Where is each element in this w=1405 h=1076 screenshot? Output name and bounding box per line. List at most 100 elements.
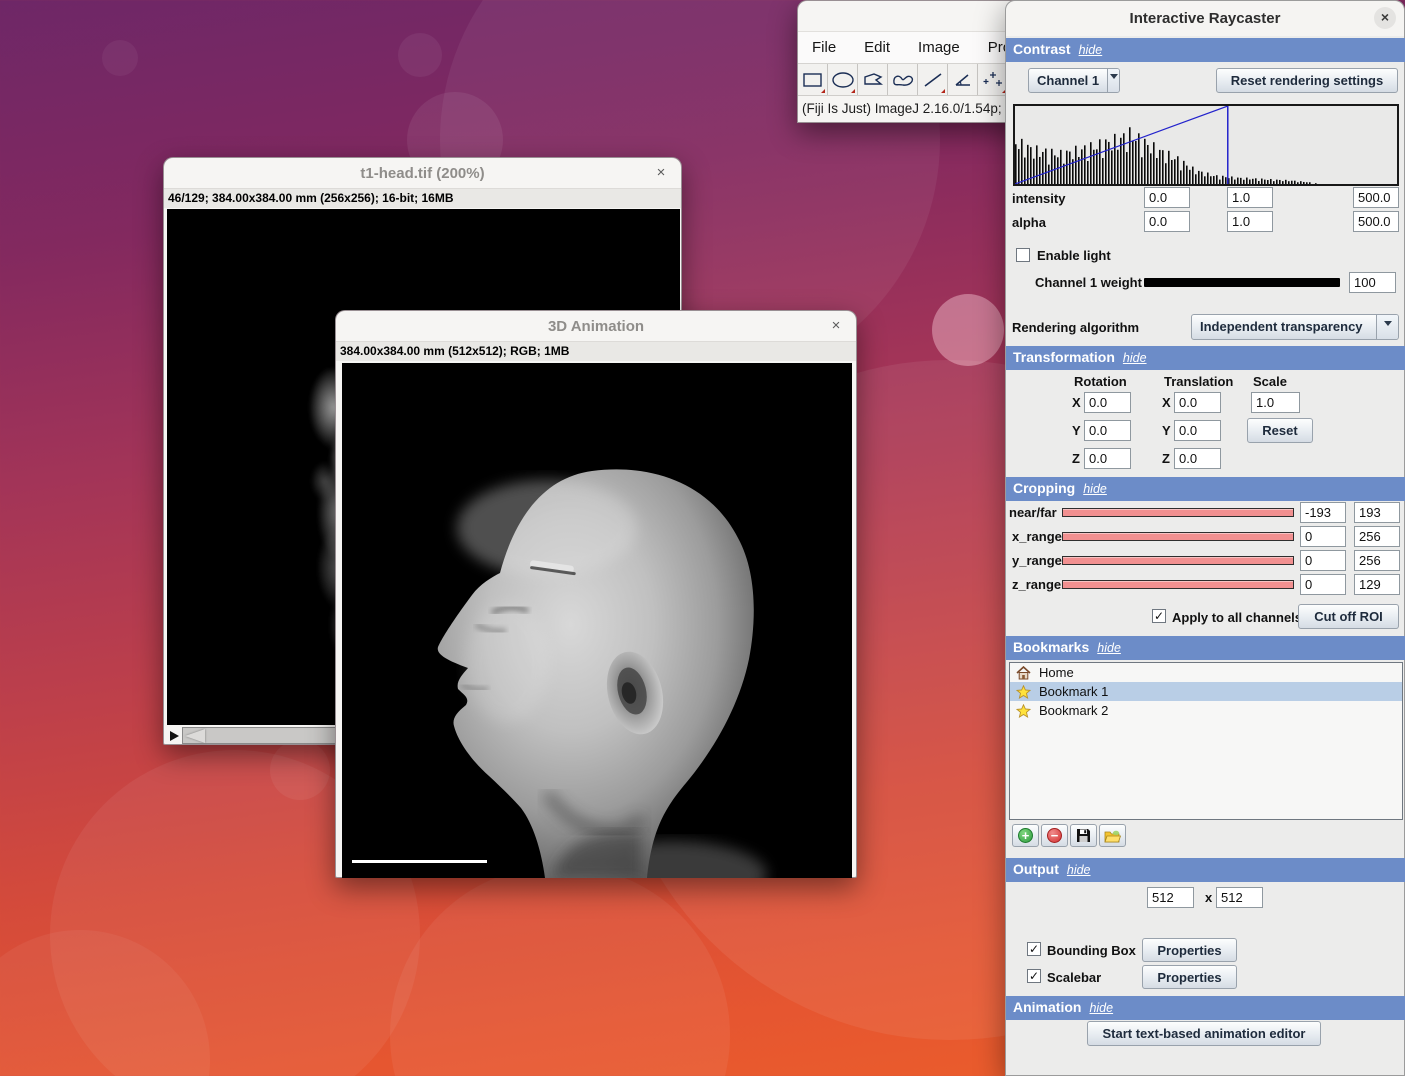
intensity-mid-field[interactable]: 1.0 xyxy=(1227,187,1273,208)
nearfar-max-field[interactable]: 193 xyxy=(1354,502,1400,523)
angle-tool-icon[interactable] xyxy=(948,64,978,95)
channel-weight-field[interactable]: 100 xyxy=(1349,272,1396,293)
fiji-main-window: File Edit Image Process xyxy=(797,0,1037,123)
transformation-hide-link[interactable]: hide xyxy=(1123,351,1147,365)
output-hide-link[interactable]: hide xyxy=(1067,863,1091,877)
wallpaper-circle xyxy=(102,40,138,76)
yrange-slider[interactable] xyxy=(1062,556,1294,565)
cropping-hide-link[interactable]: hide xyxy=(1083,482,1107,496)
rotation-y-field[interactable]: 0.0 xyxy=(1084,420,1131,441)
zrange-min-field[interactable]: 0 xyxy=(1300,574,1346,595)
tool-flyout-icon xyxy=(941,85,945,93)
zrange-slider[interactable] xyxy=(1062,580,1294,589)
slice-scrollbar-thumb[interactable] xyxy=(185,729,205,743)
raycaster-panel: Interactive Raycaster × Contrasthide Cha… xyxy=(1005,0,1405,1076)
yrange-max-field[interactable]: 256 xyxy=(1354,550,1400,571)
load-bookmarks-button[interactable] xyxy=(1099,824,1126,847)
animation-hide-link[interactable]: hide xyxy=(1089,1001,1113,1015)
add-bookmark-button[interactable]: + xyxy=(1012,824,1039,847)
scalebar-checkbox[interactable]: ✓ xyxy=(1027,969,1041,983)
transform-reset-button[interactable]: Reset xyxy=(1247,418,1313,443)
bookmark-item-home[interactable]: Home xyxy=(1010,663,1402,682)
reset-rendering-button[interactable]: Reset rendering settings xyxy=(1216,68,1398,93)
yrange-min-field[interactable]: 0 xyxy=(1300,550,1346,571)
save-bookmarks-button[interactable] xyxy=(1070,824,1097,847)
close-icon[interactable]: × xyxy=(1374,7,1396,29)
bookmark-item-1[interactable]: Bookmark 1 xyxy=(1010,682,1402,701)
xrange-slider[interactable] xyxy=(1062,532,1294,541)
scalebar xyxy=(352,860,487,863)
wallpaper-circle xyxy=(270,740,330,800)
start-animation-editor-button[interactable]: Start text-based animation editor xyxy=(1087,1021,1321,1046)
anim-render-canvas[interactable] xyxy=(342,363,852,878)
intensity-max-field[interactable]: 500.0 xyxy=(1353,187,1399,208)
remove-bookmark-button[interactable]: − xyxy=(1041,824,1068,847)
nearfar-min-field[interactable]: -193 xyxy=(1300,502,1346,523)
alpha-mid-field[interactable]: 1.0 xyxy=(1227,211,1273,232)
rotation-z-label: Z xyxy=(1072,451,1080,466)
output-height-field[interactable]: 512 xyxy=(1216,887,1263,908)
rectangle-tool-icon[interactable] xyxy=(798,64,828,95)
t1-titlebar[interactable]: t1-head.tif (200%) × xyxy=(164,158,681,188)
intensity-min-field[interactable]: 0.0 xyxy=(1144,187,1190,208)
nearfar-slider[interactable] xyxy=(1062,508,1294,517)
t1-window-title: t1-head.tif (200%) xyxy=(360,165,484,182)
apply-all-channels-checkbox[interactable]: ✓ xyxy=(1152,609,1166,623)
play-icon[interactable] xyxy=(167,727,182,744)
channel-weight-slider[interactable] xyxy=(1144,278,1340,287)
bounding-box-properties-button[interactable]: Properties xyxy=(1142,938,1237,962)
translation-z-field[interactable]: 0.0 xyxy=(1174,448,1221,469)
floppy-icon xyxy=(1076,828,1091,843)
contrast-histogram[interactable] xyxy=(1013,104,1399,186)
tool-flyout-icon xyxy=(821,85,825,93)
output-width-field[interactable]: 512 xyxy=(1147,887,1194,908)
rendering-algorithm-value: Independent transparency xyxy=(1192,315,1376,339)
bookmarks-section-header: Bookmarkshide xyxy=(1006,636,1405,660)
translation-z-label: Z xyxy=(1162,451,1170,466)
xrange-label: x_range xyxy=(1012,529,1062,544)
channel-select[interactable]: Channel 1 xyxy=(1028,68,1120,93)
fiji-titlebar[interactable] xyxy=(798,1,1036,31)
line-tool-icon[interactable] xyxy=(918,64,948,95)
bounding-box-checkbox[interactable]: ✓ xyxy=(1027,942,1041,956)
enable-light-checkbox[interactable] xyxy=(1016,248,1030,262)
transformation-section-header: Transformationhide xyxy=(1006,346,1405,370)
polygon-tool-icon[interactable] xyxy=(858,64,888,95)
xrange-min-field[interactable]: 0 xyxy=(1300,526,1346,547)
menu-edit[interactable]: Edit xyxy=(850,39,904,56)
freehand-tool-icon[interactable] xyxy=(888,64,918,95)
rotation-x-label: X xyxy=(1072,395,1081,410)
desktop: { "fiji": { "menu": ["File", "Edit", "Im… xyxy=(0,0,1405,1076)
channel-weight-label: Channel 1 weight xyxy=(1035,275,1142,290)
zrange-max-field[interactable]: 129 xyxy=(1354,574,1400,595)
rotation-z-field[interactable]: 0.0 xyxy=(1084,448,1131,469)
close-icon[interactable]: × xyxy=(653,165,669,181)
rendering-algorithm-select[interactable]: Independent transparency xyxy=(1191,314,1399,340)
close-icon[interactable]: × xyxy=(828,318,844,334)
bookmarks-list[interactable]: Home Bookmark 1 Bookmark 2 xyxy=(1009,662,1403,820)
cut-off-roi-button[interactable]: Cut off ROI xyxy=(1298,604,1399,629)
alpha-min-field[interactable]: 0.0 xyxy=(1144,211,1190,232)
yrange-label: y_range xyxy=(1012,553,1062,568)
contrast-hide-link[interactable]: hide xyxy=(1079,43,1103,57)
bookmarks-hide-link[interactable]: hide xyxy=(1097,641,1121,655)
scalebar-properties-button[interactable]: Properties xyxy=(1142,965,1237,989)
chevron-down-icon[interactable] xyxy=(1376,315,1398,339)
translation-y-field[interactable]: 0.0 xyxy=(1174,420,1221,441)
chevron-down-icon[interactable] xyxy=(1107,69,1119,92)
oval-tool-icon[interactable] xyxy=(828,64,858,95)
rotation-y-label: Y xyxy=(1072,423,1081,438)
point-tool-icon[interactable] xyxy=(978,64,1008,95)
translation-x-field[interactable]: 0.0 xyxy=(1174,392,1221,413)
xrange-max-field[interactable]: 256 xyxy=(1354,526,1400,547)
raycaster-titlebar[interactable]: Interactive Raycaster × xyxy=(1006,1,1404,36)
rotation-x-field[interactable]: 0.0 xyxy=(1084,392,1131,413)
scale-field[interactable]: 1.0 xyxy=(1251,392,1300,413)
bookmark-item-2[interactable]: Bookmark 2 xyxy=(1010,701,1402,720)
menu-file[interactable]: File xyxy=(798,39,850,56)
home-icon xyxy=(1016,666,1031,680)
anim-titlebar[interactable]: 3D Animation × xyxy=(336,311,856,341)
menu-image[interactable]: Image xyxy=(904,39,974,56)
alpha-max-field[interactable]: 500.0 xyxy=(1353,211,1399,232)
fiji-toolbar xyxy=(798,64,1036,96)
